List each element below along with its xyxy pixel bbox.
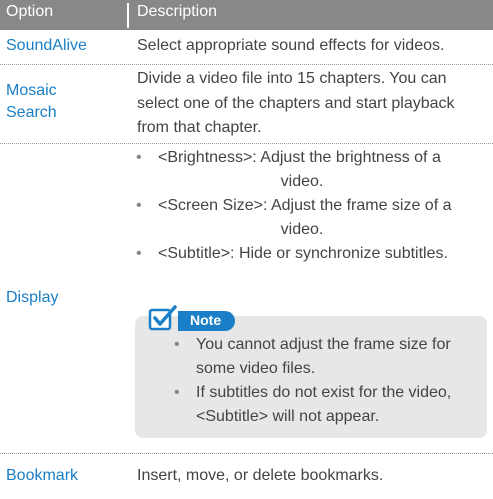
option-mosaic-search-line1: Mosaic — [6, 82, 57, 99]
list-item: • <Subtitle>: Hide or synchronize subtit… — [126, 242, 486, 266]
row-divider — [0, 143, 493, 144]
desc-bookmark: Insert, move, or delete bookmarks. — [137, 467, 384, 484]
desc-mosaic-line3: from that chapter. — [137, 119, 262, 136]
header-separator — [127, 3, 129, 28]
note-checkbox-icon — [148, 305, 177, 331]
bullet-dot-icon: • — [174, 336, 180, 353]
bullet-dot-icon: • — [136, 197, 142, 214]
note-items: • You cannot adjust the frame size for s… — [150, 333, 490, 429]
note-label: Note — [190, 312, 222, 328]
header-option: Option — [6, 3, 54, 20]
bullet-dot-icon: • — [174, 384, 180, 401]
list-item: • You cannot adjust the frame size for s… — [150, 333, 490, 381]
desc-soundalive: Select appropriate sound effects for vid… — [137, 37, 445, 54]
list-item: • <Brightness>: Adjust the brightness of… — [126, 146, 486, 194]
header-description: Description — [137, 3, 218, 20]
option-display: Display — [6, 289, 59, 306]
option-soundalive: SoundAlive — [6, 37, 87, 54]
bullet-dot-icon: • — [136, 149, 142, 166]
display-bullets: • <Brightness>: Adjust the brightness of… — [126, 146, 486, 266]
desc-mosaic-line1: Divide a video file into 15 chapters. Yo… — [137, 70, 447, 87]
desc-mosaic-line2: select one of the chapters and start pla… — [137, 95, 455, 112]
row-divider — [0, 64, 493, 65]
table-header: Option Description — [0, 0, 493, 30]
option-mosaic-search-line2: Search — [6, 104, 57, 121]
list-item: • If subtitles do not exist for the vide… — [150, 381, 490, 429]
bullet-dot-icon: • — [136, 245, 142, 262]
row-divider — [0, 453, 493, 454]
list-item: • <Screen Size>: Adjust the frame size o… — [126, 194, 486, 242]
option-bookmark: Bookmark — [6, 467, 79, 484]
